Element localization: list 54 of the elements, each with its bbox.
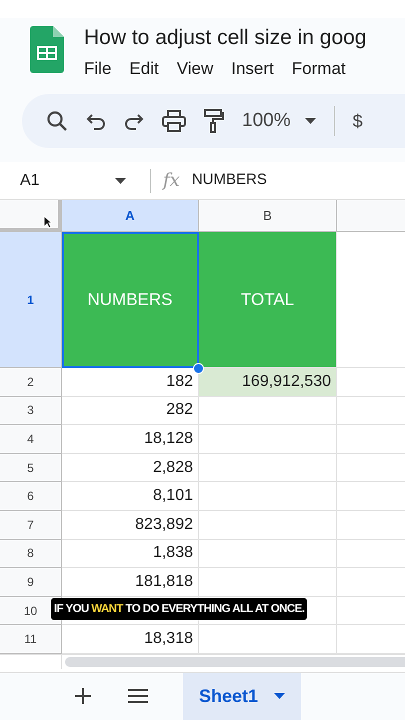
menu-item[interactable]: Edit [129,56,159,82]
row-header[interactable]: 2 [0,368,62,397]
row-header[interactable]: 7 [0,510,62,540]
menu-icon[interactable] [127,688,149,704]
mouse-cursor-icon [43,215,52,229]
spreadsheet-logo-icon[interactable] [30,26,64,73]
row-header[interactable]: 4 [0,425,62,454]
table-cell[interactable]: 2,828 [62,454,199,482]
search-icon[interactable] [46,110,68,132]
paint-roller-icon[interactable] [204,109,224,133]
row-header[interactable]: 5 [0,454,62,482]
column-header[interactable]: B [199,200,337,232]
undo-icon[interactable] [86,112,106,130]
menu-item[interactable]: Format [292,56,346,82]
menu-item[interactable]: Insert [231,56,274,82]
column-header[interactable]: A [62,200,199,232]
sheet-tab[interactable]: Sheet1 [183,672,302,720]
row-header[interactable]: 1 [0,232,62,368]
caret-icon[interactable] [115,178,126,184]
menu-item[interactable]: File [84,56,112,82]
print-icon[interactable] [162,110,186,132]
function-label: fx [163,169,180,193]
subtitle-tooltip: IF YOU WANT TO DO EVERYTHING ALL AT ONCE. [51,598,308,620]
table-cell[interactable]: 823,892 [62,510,199,540]
empty-cell[interactable] [199,454,337,482]
column-header[interactable] [337,200,405,232]
select-all-corner[interactable] [0,200,62,232]
row-header[interactable]: 11 [0,625,62,654]
zoom-value[interactable]: 100% [242,106,291,136]
table-cell[interactable]: 181,818 [62,568,199,597]
cell-reference[interactable]: A1 [0,168,115,192]
row-header[interactable]: 9 [0,568,62,597]
menu-item[interactable]: View [176,56,214,82]
table-cell[interactable]: 169,912,530 [199,368,337,397]
redo-icon[interactable] [124,112,144,130]
horizontal-scrollbar[interactable] [65,656,405,667]
empty-cell[interactable] [199,510,337,540]
row-header[interactable]: 8 [0,540,62,568]
row-header[interactable]: 6 [0,482,62,511]
formula-value[interactable]: NUMBERS [192,169,267,192]
empty-cell[interactable] [199,396,337,426]
empty-cell[interactable] [199,425,337,454]
table-cell[interactable]: 18,128 [62,425,199,454]
table-cell[interactable]: 1,838 [62,540,199,568]
empty-cell[interactable] [199,482,337,511]
empty-cell[interactable] [199,568,337,597]
table-cell[interactable]: 8,101 [62,482,199,511]
caret-icon[interactable] [274,693,286,700]
currency-format-button[interactable]: $ [352,108,363,134]
document-title[interactable]: How to adjust cell size in goog [84,24,366,52]
caret-icon[interactable] [304,118,316,124]
empty-cell[interactable] [199,540,337,568]
row-header[interactable]: 3 [0,396,62,426]
table-cell[interactable]: 282 [62,396,199,426]
